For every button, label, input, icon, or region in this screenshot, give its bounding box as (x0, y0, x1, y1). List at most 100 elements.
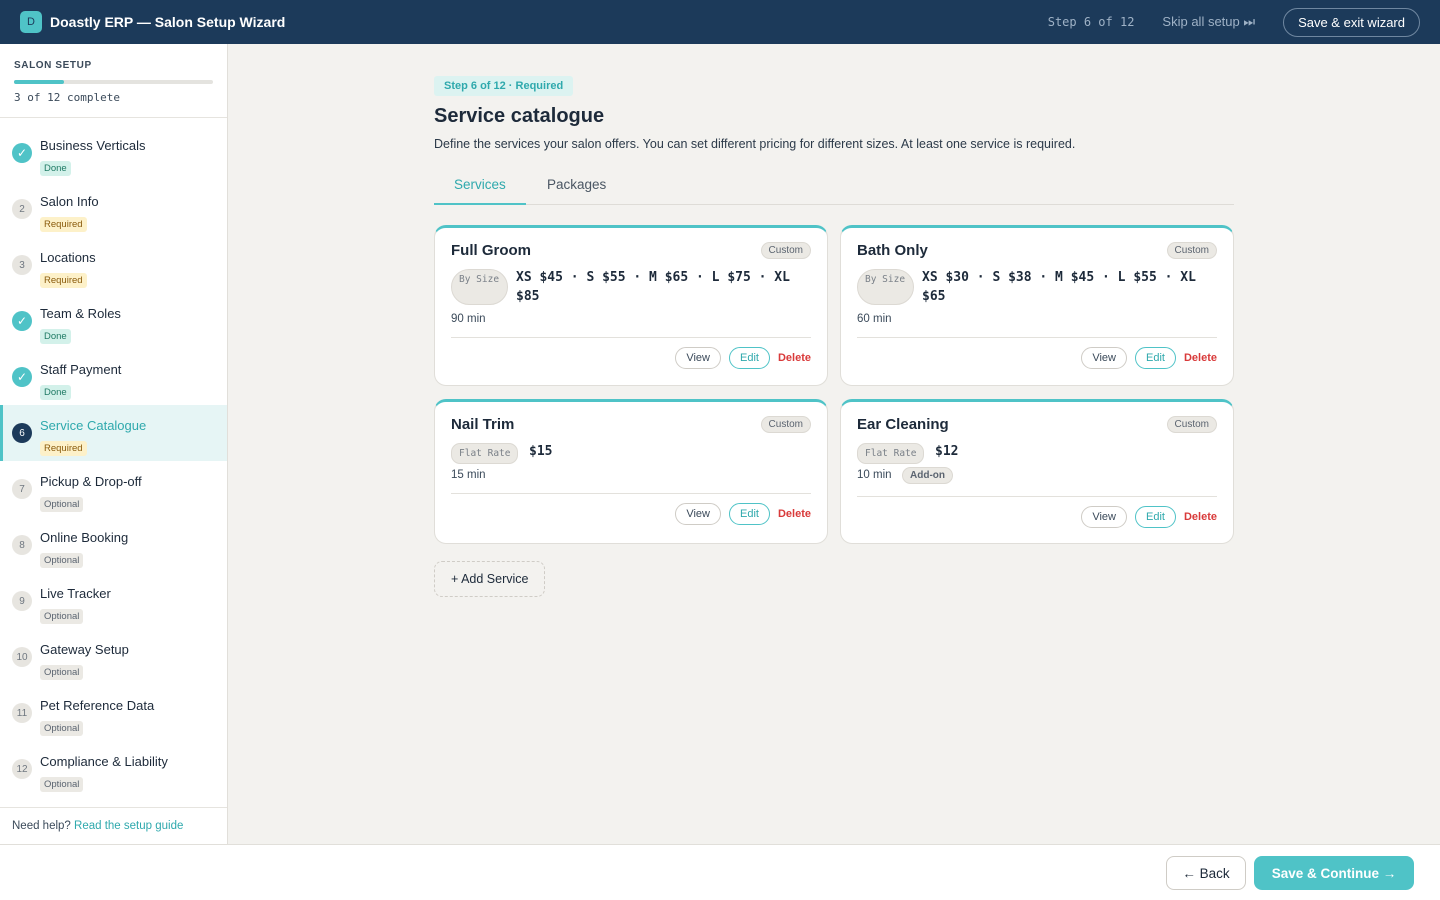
sidebar-item-service-catalogue[interactable]: 6 Service Catalogue Required (0, 405, 227, 461)
service-duration: 15 min (451, 469, 486, 481)
check-icon: ✓ (12, 367, 32, 387)
sidebar-item-pickup-dropoff[interactable]: 7 Pickup & Drop-off Optional (0, 461, 227, 517)
step-number: 2 (12, 199, 32, 219)
sidebar-item-pet-reference-data[interactable]: 11 Pet Reference Data Optional (0, 685, 227, 741)
sidebar-item-label: Gateway Setup (40, 642, 129, 657)
edit-button[interactable]: Edit (729, 347, 770, 369)
custom-badge: Custom (1166, 242, 1217, 259)
status-badge: Required (40, 273, 87, 288)
step-number: 10 (12, 647, 32, 667)
delete-button[interactable]: Delete (1184, 511, 1217, 523)
edit-button[interactable]: Edit (1135, 506, 1176, 528)
step-indicator: Step 6 of 12 (1047, 15, 1135, 29)
card-divider (451, 337, 811, 338)
pricing-type-tag: Flat Rate (451, 443, 519, 464)
pricing-type-tag: By Size (451, 269, 508, 305)
sidebar-item-label: Online Booking (40, 530, 129, 545)
setup-progress-bar (14, 80, 213, 84)
service-name: Bath Only (857, 242, 928, 259)
service-name: Ear Cleaning (857, 416, 949, 433)
view-button[interactable]: View (1081, 347, 1127, 369)
step-number: 9 (12, 591, 32, 611)
sidebar-item-staff-payment[interactable]: ✓ Staff Payment Done (0, 349, 227, 405)
delete-button[interactable]: Delete (1184, 352, 1217, 364)
step-number: 3 (12, 255, 32, 275)
wizard-footer: ← Back Save & Continue → (0, 844, 1440, 900)
service-duration: 90 min (451, 313, 486, 325)
service-card-ear-cleaning: Ear Cleaning Custom Flat Rate $12 10 min… (840, 399, 1234, 544)
status-badge: Optional (40, 553, 84, 568)
top-bar-actions: Step 6 of 12 Skip all setup ⏭ Save & exi… (1047, 7, 1420, 37)
tab-services[interactable]: Services (434, 168, 526, 205)
service-price: XS $30 · S $38 · M $45 · L $55 · XL $65 (922, 270, 1196, 304)
service-price: $12 (935, 444, 959, 459)
status-badge: Optional (40, 665, 84, 680)
tab-bar: Services Packages (434, 168, 1234, 205)
edit-button[interactable]: Edit (1135, 347, 1176, 369)
sidebar-item-live-tracker[interactable]: 9 Live Tracker Optional (0, 573, 227, 629)
app-logo: D (20, 11, 42, 33)
setup-progress-text: 3 of 12 complete (14, 91, 120, 104)
sidebar-item-salon-info[interactable]: 2 Salon Info Required (0, 181, 227, 237)
view-button[interactable]: View (1081, 506, 1127, 528)
sidebar-item-label: Live Tracker (40, 586, 111, 601)
card-divider (857, 496, 1217, 497)
tab-packages[interactable]: Packages (527, 168, 626, 205)
delete-button[interactable]: Delete (778, 508, 811, 520)
status-badge: Required (40, 441, 87, 456)
sidebar-item-label: Compliance & Liability (40, 754, 168, 769)
sidebar-item-locations[interactable]: 3 Locations Required (0, 237, 227, 293)
card-actions: View Edit Delete (675, 503, 811, 525)
add-service-button[interactable]: + Add Service (434, 561, 546, 597)
service-card-nail-trim: Nail Trim Custom Flat Rate $15 15 min Vi… (434, 399, 828, 544)
status-badge: Done (40, 385, 71, 400)
custom-badge: Custom (760, 416, 811, 433)
status-badge: Optional (40, 777, 84, 792)
sidebar-item-gateway-setup[interactable]: 10 Gateway Setup Optional (0, 629, 227, 685)
addon-badge: Add-on (902, 467, 953, 484)
service-duration: 60 min (857, 313, 892, 325)
custom-badge: Custom (760, 242, 811, 259)
step-pill: Step 6 of 12 · Required (434, 76, 574, 96)
view-button[interactable]: View (675, 347, 721, 369)
sidebar-item-label: Service Catalogue (40, 418, 147, 433)
setup-sidebar: SALON SETUP 3 of 12 complete ✓ Business … (0, 44, 228, 844)
skip-setup-link[interactable]: Skip all setup ⏭ (1162, 14, 1255, 30)
status-badge: Optional (40, 609, 84, 624)
service-name: Full Groom (451, 242, 531, 259)
page-description: Define the services your salon offers. Y… (434, 137, 1076, 151)
step-number: 8 (12, 535, 32, 555)
card-divider (857, 337, 1217, 338)
sidebar-item-label: Pet Reference Data (40, 698, 155, 713)
status-badge: Optional (40, 497, 84, 512)
sidebar-item-label: Pickup & Drop-off (40, 474, 142, 489)
status-badge: Optional (40, 721, 84, 736)
sidebar-item-compliance-liability[interactable]: 12 Compliance & Liability Optional (0, 741, 227, 797)
app-title: Doastly ERP — Salon Setup Wizard (50, 14, 286, 30)
sidebar-item-label: Locations (40, 250, 96, 265)
setup-guide-link[interactable]: Read the setup guide (74, 820, 183, 832)
delete-button[interactable]: Delete (778, 352, 811, 364)
step-number: 6 (12, 423, 32, 443)
sidebar-title: SALON SETUP (14, 60, 92, 71)
sidebar-item-business-verticals[interactable]: ✓ Business Verticals Done (0, 125, 227, 181)
check-icon: ✓ (12, 311, 32, 331)
setup-progress-fill (14, 80, 64, 84)
back-button[interactable]: ← Back (1166, 856, 1246, 890)
sidebar-item-online-booking[interactable]: 8 Online Booking Optional (0, 517, 227, 573)
save-exit-button[interactable]: Save & exit wizard (1283, 7, 1420, 37)
check-icon: ✓ (12, 143, 32, 163)
step-number: 12 (12, 759, 32, 779)
sidebar-item-team-roles[interactable]: ✓ Team & Roles Done (0, 293, 227, 349)
pricing-type-tag: By Size (857, 269, 914, 305)
edit-button[interactable]: Edit (729, 503, 770, 525)
card-actions: View Edit Delete (675, 347, 811, 369)
view-button[interactable]: View (675, 503, 721, 525)
page-title: Service catalogue (434, 105, 605, 127)
step-number: 7 (12, 479, 32, 499)
sidebar-item-label: Business Verticals (40, 138, 146, 153)
service-card-full-groom: Full Groom Custom By Size XS $45 · S $55… (434, 225, 828, 386)
save-continue-button[interactable]: Save & Continue → (1254, 856, 1414, 890)
sidebar-header: SALON SETUP 3 of 12 complete (0, 44, 227, 118)
service-card-bath-only: Bath Only Custom By Size XS $30 · S $38 … (840, 225, 1234, 386)
